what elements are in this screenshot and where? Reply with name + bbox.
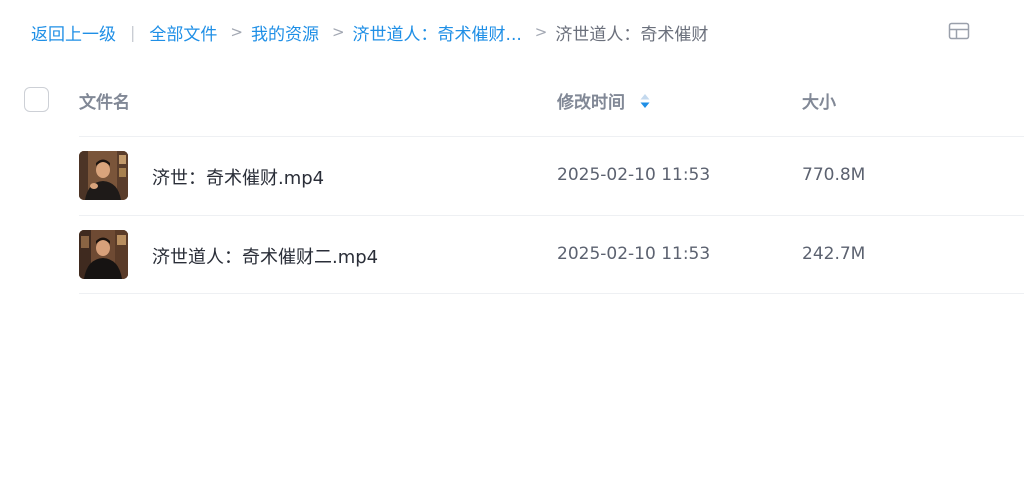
- row-divider: [79, 293, 1024, 294]
- select-all-checkbox[interactable]: [24, 87, 49, 112]
- video-thumbnail[interactable]: [79, 151, 128, 200]
- column-header-time-label: 修改时间: [557, 93, 625, 113]
- layout-toggle-button[interactable]: [948, 21, 970, 41]
- video-thumbnail[interactable]: [79, 230, 128, 279]
- back-link[interactable]: 返回上一级: [31, 20, 116, 45]
- file-modified-time: 2025-02-10 11:53: [557, 244, 711, 264]
- file-modified-time: 2025-02-10 11:53: [557, 165, 711, 185]
- file-name[interactable]: 济世：奇术催财.mp4: [152, 164, 324, 190]
- chevron-right-icon: >: [331, 23, 345, 41]
- file-size: 242.7M: [802, 244, 866, 264]
- breadcrumb-all-files[interactable]: 全部文件: [149, 20, 217, 45]
- table-header: 文件名 修改时间 大小: [0, 72, 1024, 126]
- breadcrumb-parent-folder[interactable]: 济世道人：奇术催财...: [353, 20, 522, 45]
- chevron-right-icon: >: [230, 23, 243, 41]
- table-row[interactable]: 济世：奇术催财.mp4 2025-02-10 11:53 770.8M: [0, 137, 1024, 215]
- file-name[interactable]: 济世道人：奇术催财二.mp4: [152, 243, 378, 269]
- table-row[interactable]: 济世道人：奇术催财二.mp4 2025-02-10 11:53 242.7M: [0, 216, 1024, 294]
- column-header-size[interactable]: 大小: [802, 88, 836, 113]
- sort-icon: [640, 93, 650, 108]
- table-layout-icon: [948, 22, 970, 40]
- chevron-right-icon: >: [534, 23, 548, 41]
- breadcrumb: 返回上一级 | 全部文件 > 我的资源 > 济世道人：奇术催财... > 济世道…: [31, 20, 709, 45]
- breadcrumb-divider: |: [130, 22, 136, 42]
- column-header-time[interactable]: 修改时间: [557, 88, 651, 113]
- breadcrumb-current: 济世道人：奇术催财: [555, 24, 709, 45]
- breadcrumb-my-resources[interactable]: 我的资源: [251, 20, 319, 45]
- column-header-name[interactable]: 文件名: [79, 88, 130, 113]
- file-size: 770.8M: [802, 165, 866, 185]
